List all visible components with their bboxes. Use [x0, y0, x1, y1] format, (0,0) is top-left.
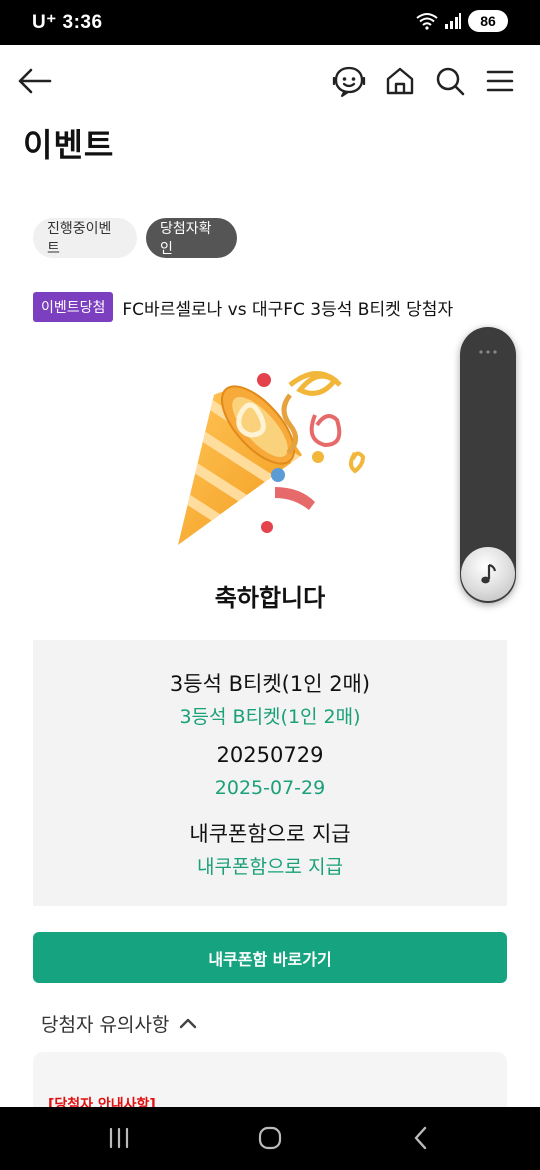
prize-item-label: 3등석 B티켓(1인 2매)	[169, 672, 371, 696]
status-icons: 86	[416, 10, 508, 32]
recent-apps-button[interactable]	[104, 1123, 134, 1153]
event-title-row: 이벤트당첨 FC바르셀로나 vs 대구FC 3등석 B티켓 당첨자	[33, 292, 453, 322]
chatbot-button[interactable]	[331, 63, 367, 99]
home-icon	[386, 67, 414, 95]
home-nav-button[interactable]	[255, 1123, 285, 1153]
prize-method-label: 내쿠폰함으로 지급	[189, 822, 351, 846]
winner-notice-toggle[interactable]: 당첨자 유의사항	[41, 1008, 197, 1038]
music-note-icon	[481, 563, 497, 584]
drag-handle-icon[interactable]	[478, 349, 498, 355]
carrier-time: U⁺ 3:36	[32, 12, 103, 33]
back-nav-icon	[414, 1126, 427, 1150]
menu-icon	[486, 70, 514, 92]
app-header	[0, 45, 540, 117]
menu-button[interactable]	[482, 63, 518, 99]
event-win-badge: 이벤트당첨	[33, 292, 114, 322]
page-title: 이벤트	[23, 126, 115, 164]
search-icon	[436, 67, 465, 96]
back-nav-button[interactable]	[406, 1123, 436, 1153]
back-arrow-icon	[18, 68, 52, 94]
prize-info-box: 3등석 B티켓(1인 2매) 3등석 B티켓(1인 2매) 20250729 2…	[33, 640, 507, 906]
party-popper-illustration	[178, 371, 366, 545]
congrats-message: 축하합니다	[214, 584, 326, 612]
wifi-icon	[416, 13, 438, 30]
back-button[interactable]	[14, 61, 54, 101]
signal-icon	[445, 13, 461, 29]
floating-music-player[interactable]	[460, 327, 516, 603]
battery-indicator: 86	[468, 10, 508, 32]
go-to-coupon-box-button[interactable]: 내쿠폰함 바로가기	[33, 932, 507, 983]
music-button[interactable]	[461, 547, 515, 601]
battery-level: 86	[480, 13, 496, 29]
event-title: FC바르셀로나 vs 대구FC 3등석 B티켓 당첨자	[122, 299, 454, 320]
status-bar: U⁺ 3:36 86	[0, 0, 540, 45]
system-nav-bar	[0, 1107, 540, 1170]
prize-method-value: 내쿠폰함으로 지급	[197, 856, 343, 878]
tab-ongoing-events[interactable]: 진행중이벤트	[33, 218, 137, 258]
chevron-up-icon	[180, 1018, 197, 1029]
prize-date-label: 20250729	[216, 743, 324, 767]
chatbot-icon	[332, 66, 366, 97]
search-button[interactable]	[432, 63, 468, 99]
home-nav-icon	[258, 1126, 282, 1150]
prize-item-value: 3등석 B티켓(1인 2매)	[179, 706, 361, 728]
recent-apps-icon	[109, 1127, 129, 1149]
home-button[interactable]	[382, 63, 418, 99]
tab-winner-check[interactable]: 당첨자확인	[146, 218, 237, 258]
prize-date-value: 2025-07-29	[214, 777, 326, 799]
winner-notice-title: 당첨자 유의사항	[41, 1013, 170, 1036]
